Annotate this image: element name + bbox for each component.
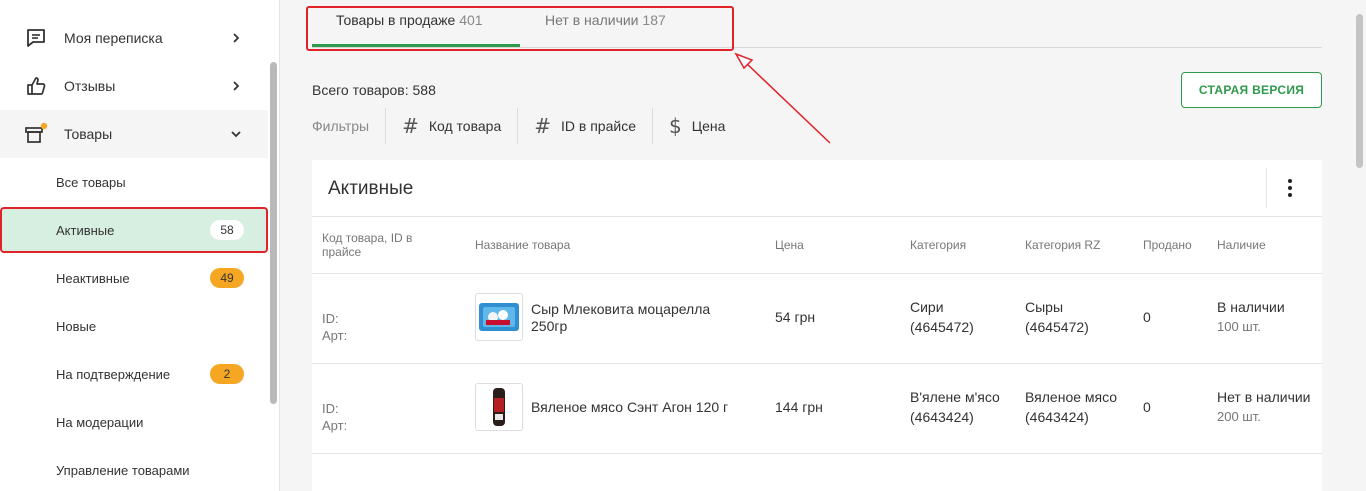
divider (312, 216, 1322, 217)
sidebar-subitem-label: Активные (56, 222, 115, 238)
sidebar-subitem-label: Управление товарами (56, 462, 190, 478)
product-stock-qty: 200 шт. (1217, 409, 1261, 424)
sidebar-subitem-label: Новые (56, 318, 97, 334)
divider (1266, 168, 1267, 208)
count-badge: 49 (210, 268, 244, 288)
product-sold: 0 (1143, 309, 1151, 325)
sidebar: Моя переписка Отзывы Товары Все товары А… (0, 0, 268, 491)
sidebar-subitem-label: На модерации (56, 414, 144, 430)
sidebar-scrollbar[interactable] (270, 62, 277, 404)
row-art: Арт: (322, 418, 348, 433)
sidebar-subitem-label: Неактивные (56, 270, 130, 286)
product-name[interactable]: Сыр Млековита моцарелла 250гр (531, 301, 741, 335)
product-thumbnail[interactable] (475, 293, 523, 341)
sidebar-item-products[interactable]: Товары (0, 110, 268, 158)
hash-icon: # (402, 114, 419, 138)
product-rz-category-code: (4645472) (1025, 319, 1089, 335)
sidebar-item-messages[interactable]: Моя переписка (0, 14, 268, 62)
column-header[interactable]: Цена (775, 238, 804, 252)
sidebar-subitem-new[interactable]: Новые (0, 302, 268, 350)
product-category-code: (4645472) (910, 319, 974, 335)
product-sold: 0 (1143, 399, 1151, 415)
filter-price[interactable]: $ Цена (651, 108, 741, 144)
column-header[interactable]: Категория (910, 238, 966, 252)
tabs-highlight-box (306, 6, 734, 51)
sidebar-subitem-inactive[interactable]: Неактивные 49 (0, 254, 268, 302)
product-rz-category: Вяленое мясо (1025, 389, 1118, 405)
sidebar-item-reviews[interactable]: Отзывы (0, 62, 268, 110)
sidebar-subitem-confirmation[interactable]: На подтверждение 2 (0, 350, 268, 398)
column-header[interactable]: Продано (1143, 238, 1192, 252)
hash-icon: # (534, 114, 551, 138)
product-price: 54 грн (775, 309, 816, 325)
row-art: Арт: (322, 328, 348, 343)
filters-bar: Фильтры # Код товара # ID в прайсе $ Цен… (312, 108, 741, 144)
product-category: В'ялене м'ясо (910, 389, 1000, 405)
sidebar-subitem-label: На подтверждение (56, 366, 171, 382)
product-stock-qty: 100 шт. (1217, 319, 1261, 334)
column-header[interactable]: Категория RZ (1025, 238, 1100, 252)
sidebar-subitem-all[interactable]: Все товары (0, 158, 268, 206)
old-version-button[interactable]: СТАРАЯ ВЕРСИЯ (1181, 72, 1322, 108)
sidebar-subitem-moderation[interactable]: На модерации (0, 398, 268, 446)
filter-label: Цена (691, 118, 726, 134)
filter-price-id[interactable]: # ID в прайсе (517, 108, 652, 144)
sidebar-item-label: Моя переписка (64, 30, 163, 46)
sidebar-item-label: Отзывы (64, 78, 116, 94)
filter-label: ID в прайсе (561, 118, 636, 134)
count-badge: 58 (210, 220, 244, 240)
main-scrollbar[interactable] (1356, 14, 1363, 168)
product-name[interactable]: Вяленое мясо Сэнт Агон 120 г (531, 399, 741, 416)
divider (312, 453, 1322, 454)
row-id: ID: (322, 401, 339, 416)
divider (312, 363, 1322, 364)
chevron-down-icon (231, 131, 241, 138)
sidebar-subitem-active[interactable]: Активные 58 (0, 207, 268, 253)
sidebar-subitem-label: Все товары (56, 174, 126, 190)
product-stock-status: Нет в наличии (1217, 389, 1311, 405)
row-id: ID: (322, 311, 339, 326)
column-header[interactable]: Название товара (475, 238, 570, 252)
sidebar-subitem-management[interactable]: Управление товарами (0, 446, 268, 491)
chevron-right-icon (233, 33, 240, 43)
product-category: Сири (910, 299, 944, 315)
column-header[interactable]: Наличие (1217, 238, 1266, 252)
total-products: Всего товаров: 588 (312, 82, 436, 98)
product-rz-category: Сыры (1025, 299, 1064, 315)
filter-label: Код товара (428, 118, 502, 134)
product-stock-status: В наличии (1217, 299, 1285, 315)
filters-label: Фильтры (312, 118, 370, 134)
dollar-icon: $ (668, 114, 682, 138)
chevron-right-icon (233, 81, 240, 91)
product-category-code: (4643424) (910, 409, 974, 425)
filter-product-code[interactable]: # Код товара (385, 108, 517, 144)
products-card: Активные Код товара, ID в прайсе Названи… (312, 160, 1322, 491)
product-rz-category-code: (4643424) (1025, 409, 1089, 425)
product-thumbnail[interactable] (475, 383, 523, 431)
card-title: Активные (328, 178, 414, 199)
more-vert-icon[interactable] (1278, 176, 1302, 200)
product-price: 144 грн (775, 399, 823, 415)
box-icon (24, 122, 48, 146)
column-header[interactable]: Код товара, ID в прайсе (322, 231, 442, 259)
chat-icon (24, 26, 48, 50)
thumbs-up-icon (24, 74, 48, 98)
count-badge: 2 (210, 364, 244, 384)
sidebar-item-label: Товары (64, 126, 113, 142)
divider (312, 273, 1322, 274)
